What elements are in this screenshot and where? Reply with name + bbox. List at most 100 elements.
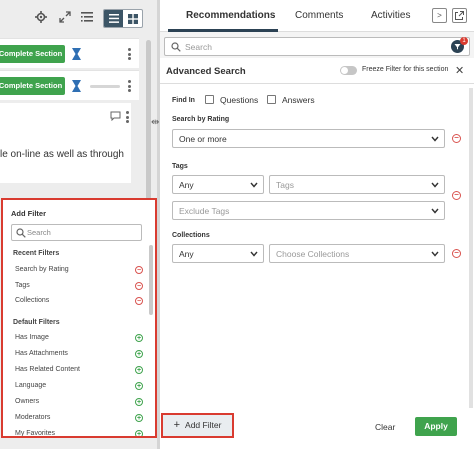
add-filter-search-input[interactable] <box>27 226 137 239</box>
panel-scrollbar[interactable] <box>469 88 473 408</box>
active-tab-indicator <box>168 29 278 32</box>
add-icon[interactable]: + <box>135 398 143 406</box>
search-bar <box>164 37 470 56</box>
find-in-label: Find In <box>172 97 195 104</box>
chevron-down-icon <box>250 182 258 188</box>
outline-icon[interactable] <box>80 11 94 25</box>
comment-icon[interactable] <box>110 111 121 121</box>
advanced-search-title: Advanced Search <box>166 66 246 77</box>
collections-mode-select[interactable]: Any <box>172 244 264 263</box>
filter-item-label: Collections <box>15 297 50 304</box>
questions-checkbox[interactable] <box>205 95 214 104</box>
view-toggle <box>103 9 143 28</box>
remove-rating-icon[interactable]: − <box>452 134 461 143</box>
left-pane: Complete Section Complete Section le on-… <box>0 0 157 449</box>
filter-item[interactable]: Has Attachments + <box>15 348 147 360</box>
add-filter-scrollbar[interactable] <box>149 245 153 315</box>
add-icon[interactable]: + <box>135 350 143 358</box>
chevron-down-icon <box>431 136 439 142</box>
filter-item[interactable]: Has Image + <box>15 332 147 344</box>
chevron-down-icon <box>431 251 439 257</box>
filter-item[interactable]: Search by Rating − <box>15 264 147 276</box>
search-input[interactable] <box>185 40 435 54</box>
add-icon[interactable]: + <box>135 430 143 436</box>
close-icon[interactable]: ✕ <box>455 64 464 77</box>
remove-icon[interactable]: − <box>135 266 143 274</box>
complete-section-button[interactable]: Complete Section <box>0 45 65 63</box>
grid-view-button[interactable] <box>123 10 142 27</box>
filter-item-label: Tags <box>15 282 30 289</box>
tab-activities[interactable]: Activities <box>371 10 410 21</box>
remove-icon[interactable]: − <box>135 282 143 290</box>
freeze-filter-toggle[interactable] <box>340 66 357 75</box>
filter-item-label: Has Attachments <box>15 350 68 357</box>
filter-item[interactable]: Moderators + <box>15 412 147 424</box>
complete-section-button[interactable]: Complete Section <box>0 77 65 95</box>
exclude-tags-select[interactable]: Exclude Tags <box>172 201 445 220</box>
chevron-down-icon <box>431 182 439 188</box>
remove-collections-icon[interactable]: − <box>452 249 461 258</box>
left-toolbar <box>0 0 157 38</box>
default-filters-heading: Default Filters <box>13 319 60 326</box>
list-icon <box>108 14 119 23</box>
add-icon[interactable]: + <box>135 382 143 390</box>
hourglass-icon <box>72 48 81 60</box>
filter-item[interactable]: Tags − <box>15 280 147 292</box>
filter-item-label: Language <box>15 382 47 389</box>
tags-mode-value: Any <box>179 180 194 190</box>
rating-label: Search by Rating <box>172 116 230 123</box>
collections-label: Collections <box>172 232 210 239</box>
filter-item[interactable]: Collections − <box>15 295 147 307</box>
open-external-button[interactable] <box>452 8 467 23</box>
questions-label: Questions <box>220 95 259 105</box>
apply-button[interactable]: Apply <box>415 417 457 436</box>
filter-item[interactable]: Has Related Content + <box>15 364 147 376</box>
answers-label: Answers <box>282 95 315 105</box>
tags-label: Tags <box>172 163 188 170</box>
progress-bar <box>90 85 120 88</box>
add-icon[interactable]: + <box>135 366 143 374</box>
remove-icon[interactable]: − <box>135 297 143 305</box>
more-icon[interactable] <box>128 80 132 92</box>
task-row: Complete Section <box>0 38 139 68</box>
search-icon <box>16 228 26 238</box>
tab-comments[interactable]: Comments <box>295 10 343 21</box>
filter-item-label: Search by Rating <box>15 266 69 273</box>
add-filter-button[interactable]: + Add Filter <box>161 413 234 438</box>
chevron-down-icon <box>431 208 439 214</box>
collections-select[interactable]: Choose Collections <box>269 244 445 263</box>
resize-handle-icon[interactable]: ⇹ <box>151 117 159 128</box>
tags-select[interactable]: Tags <box>269 175 445 194</box>
tab-recommendations[interactable]: Recommendations <box>186 10 275 21</box>
document-card: le on-line as well as through <box>0 103 131 183</box>
answers-checkbox[interactable] <box>267 95 276 104</box>
advanced-search-panel: Advanced Search Freeze Filter for this s… <box>160 58 474 449</box>
filter-count-badge: 1 <box>460 37 468 45</box>
expand-icon[interactable] <box>58 11 72 25</box>
external-link-icon <box>455 11 464 20</box>
filter-item-label: Has Image <box>15 334 49 341</box>
hourglass-icon <box>72 80 81 92</box>
filter-item-label: Owners <box>15 398 40 405</box>
filter-item[interactable]: My Favorites + <box>15 428 147 437</box>
recent-filters-heading: Recent Filters <box>13 250 60 257</box>
add-icon[interactable]: + <box>135 414 143 422</box>
remove-tags-icon[interactable]: − <box>452 191 461 200</box>
task-row: Complete Section <box>0 70 139 100</box>
add-filter-title: Add Filter <box>11 209 46 218</box>
tags-mode-select[interactable]: Any <box>172 175 264 194</box>
add-filter-popup: Add Filter Recent Filters Search by Rati… <box>1 198 157 438</box>
tab-next-button[interactable]: > <box>432 8 447 23</box>
chevron-down-icon <box>250 251 258 257</box>
filter-item[interactable]: Owners + <box>15 396 147 408</box>
list-view-button[interactable] <box>104 10 123 27</box>
rating-select[interactable]: One or more <box>172 129 445 148</box>
right-pane: Recommendations Comments Activities > 1 … <box>160 0 474 449</box>
filter-item[interactable]: Language + <box>15 380 147 392</box>
filter-item-label: My Favorites <box>15 430 56 437</box>
settings-icon[interactable] <box>34 11 48 25</box>
more-icon[interactable] <box>126 111 130 123</box>
clear-button[interactable]: Clear <box>375 422 395 432</box>
add-icon[interactable]: + <box>135 334 143 342</box>
more-icon[interactable] <box>128 48 132 60</box>
